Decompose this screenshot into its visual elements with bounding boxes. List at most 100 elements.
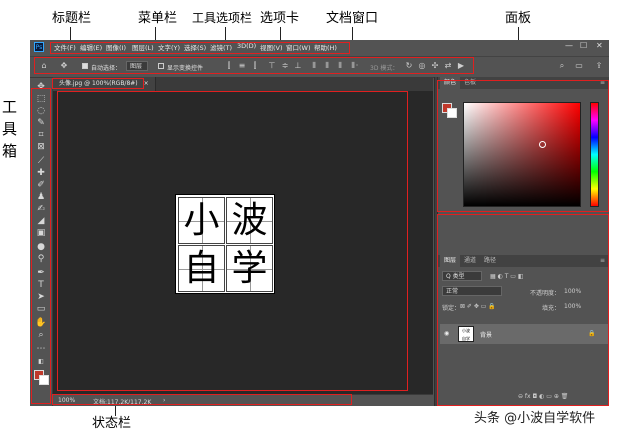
edit-toolbar-icon[interactable]: ⋯ bbox=[35, 344, 47, 355]
marquee-tool-icon[interactable]: ⬚ bbox=[35, 94, 47, 105]
eyedropper-tool-icon[interactable]: ⟋ bbox=[35, 156, 47, 167]
zoom-tool-icon[interactable]: ⌕ bbox=[35, 330, 47, 341]
align-left-icon[interactable]: ⫿ bbox=[225, 62, 233, 70]
background-color-swatch[interactable] bbox=[39, 375, 49, 385]
menu-select[interactable]: 选择(S) bbox=[184, 42, 206, 52]
tab-layers[interactable]: 图层 bbox=[440, 255, 461, 267]
layer-name[interactable]: 背景 bbox=[480, 330, 492, 339]
lock-label: 锁定： bbox=[442, 305, 461, 312]
photoshop-window: Ps 文件(F) 编辑(E) 图像(I) 图层(L) 文字(Y) 选择(S) 滤… bbox=[30, 40, 609, 406]
panel-menu-icon[interactable]: ≡ bbox=[596, 77, 609, 89]
move-tool-icon[interactable]: ✥ bbox=[35, 82, 47, 93]
document-image[interactable]: 小 波 自 学 bbox=[175, 194, 275, 294]
filter-icons[interactable]: ▦ ◐ T ▭ ◧ bbox=[490, 273, 524, 280]
hue-slider[interactable] bbox=[590, 102, 599, 207]
hand-tool-icon[interactable]: ✋ bbox=[35, 318, 47, 329]
menu-edit[interactable]: 编辑(E) bbox=[80, 42, 102, 52]
tab-swatches[interactable]: 色板 bbox=[460, 77, 480, 89]
menu-3d[interactable]: 3D(D) bbox=[237, 42, 256, 50]
menu-layer[interactable]: 图层(L) bbox=[132, 42, 154, 52]
status-arrow-icon[interactable]: › bbox=[163, 397, 165, 404]
quick-select-tool-icon[interactable]: ✎ bbox=[35, 118, 47, 129]
opacity-value[interactable]: 100% bbox=[564, 288, 581, 295]
document-tab[interactable]: 头像.jpg @ 100%(RGB/8#) × bbox=[53, 77, 156, 91]
zoom-level[interactable]: 100% bbox=[58, 397, 75, 404]
history-brush-tool-icon[interactable]: ✍ bbox=[35, 204, 47, 215]
title-bar-annotation: 标题栏 bbox=[52, 11, 92, 26]
crop-tool-icon[interactable]: ⌗ bbox=[35, 130, 47, 141]
3d-roll-icon[interactable]: ◎ bbox=[418, 62, 426, 70]
layer-kind-filter[interactable]: Q 类型 bbox=[442, 271, 482, 281]
toolbox-annotation-1: 工 bbox=[2, 98, 18, 116]
visibility-eye-icon[interactable]: ◉ bbox=[444, 330, 449, 337]
align-center-icon[interactable]: ≡ bbox=[238, 62, 246, 70]
shape-tool-icon[interactable]: ▭ bbox=[35, 304, 47, 315]
default-colors-icon[interactable]: ◧ bbox=[35, 356, 47, 367]
more-options-icon[interactable]: · bbox=[353, 62, 361, 70]
opacity-label: 不透明度： bbox=[530, 290, 561, 297]
lock-icons[interactable]: ⊠ ✐ ✥ ▭ 🔒 bbox=[460, 303, 496, 310]
layer-row-background[interactable]: ◉ 小波 自学 背景 🔒 bbox=[440, 324, 608, 344]
3d-scale-icon[interactable]: ▶ bbox=[457, 62, 465, 70]
move-tool-icon[interactable]: ✥ bbox=[60, 62, 68, 70]
show-transform-label: 显示变换控件 bbox=[167, 65, 204, 72]
menu-view[interactable]: 视图(V) bbox=[260, 42, 283, 52]
distribute-1-icon[interactable]: ⫴ bbox=[310, 62, 318, 70]
3d-slide-icon[interactable]: ⇄ bbox=[444, 62, 452, 70]
auto-select-dropdown[interactable]: 图层 bbox=[126, 61, 148, 71]
align-top-icon[interactable]: ⊤ bbox=[268, 62, 276, 70]
gradient-tool-icon[interactable]: ▣ bbox=[35, 228, 47, 239]
frame-tool-icon[interactable]: ⊠ bbox=[35, 142, 47, 153]
color-picker-field[interactable] bbox=[463, 102, 581, 207]
menu-help[interactable]: 帮助(H) bbox=[314, 42, 337, 52]
tab-paths[interactable]: 路径 bbox=[480, 255, 500, 267]
blur-tool-icon[interactable]: ● bbox=[35, 242, 47, 253]
pen-tool-icon[interactable]: ✒ bbox=[35, 268, 47, 279]
stamp-tool-icon[interactable]: ♟ bbox=[35, 192, 47, 203]
blend-mode-dropdown[interactable]: 正常 bbox=[442, 286, 502, 296]
path-select-tool-icon[interactable]: ➤ bbox=[35, 292, 47, 303]
share-icon[interactable]: ⇪ bbox=[595, 62, 603, 70]
healing-tool-icon[interactable]: ✚ bbox=[35, 168, 47, 179]
workspace-icon[interactable]: ▭ bbox=[575, 62, 583, 70]
distribute-2-icon[interactable]: ⫴ bbox=[323, 62, 331, 70]
distribute-3-icon[interactable]: ⫴ bbox=[336, 62, 344, 70]
align-bottom-icon[interactable]: ⊥ bbox=[294, 62, 302, 70]
minimize-button[interactable]: — bbox=[565, 41, 573, 50]
close-button[interactable]: ✕ bbox=[596, 41, 603, 50]
auto-select-checkbox[interactable] bbox=[82, 63, 88, 69]
align-right-icon[interactable]: ⫿ bbox=[251, 62, 259, 70]
tab-annotation: 选项卡 bbox=[260, 11, 300, 26]
color-panel-background-swatch[interactable] bbox=[447, 108, 457, 118]
maximize-button[interactable]: ☐ bbox=[580, 41, 587, 50]
color-picker-cursor[interactable] bbox=[539, 141, 546, 148]
home-icon[interactable]: ⌂ bbox=[40, 62, 48, 70]
menu-window[interactable]: 窗口(W) bbox=[286, 42, 311, 52]
eraser-tool-icon[interactable]: ◢ bbox=[35, 216, 47, 227]
menu-file[interactable]: 文件(F) bbox=[54, 42, 76, 52]
show-transform-checkbox[interactable] bbox=[158, 63, 164, 69]
align-middle-icon[interactable]: ≑ bbox=[281, 62, 289, 70]
lasso-tool-icon[interactable]: ◌ bbox=[35, 106, 47, 117]
char-cell-3: 自 bbox=[178, 245, 225, 292]
tab-color[interactable]: 颜色 bbox=[440, 77, 461, 89]
tab-channels[interactable]: 通道 bbox=[460, 255, 480, 267]
search-icon[interactable]: ⌕ bbox=[558, 62, 566, 70]
toolbox-annotation-2: 具 bbox=[2, 120, 18, 138]
document-window[interactable]: 小 波 自 学 bbox=[53, 91, 433, 394]
layers-bottom-icons[interactable]: ⊖ fx ◘ ◐ ▭ ⊕ 🗑 bbox=[518, 393, 568, 400]
layers-panel-menu-icon[interactable]: ≡ bbox=[596, 255, 609, 267]
doc-window-annotation: 文档窗口 bbox=[326, 11, 379, 26]
layers-panel-tabs: 图层 通道 路径 ≡ bbox=[438, 255, 609, 267]
menu-type[interactable]: 文字(Y) bbox=[158, 42, 180, 52]
type-tool-icon[interactable]: T bbox=[35, 280, 47, 291]
3d-drag-icon[interactable]: ✣ bbox=[431, 62, 439, 70]
layer-lock-icon[interactable]: 🔒 bbox=[588, 330, 595, 337]
brush-tool-icon[interactable]: ✐ bbox=[35, 180, 47, 191]
menu-filter[interactable]: 滤镜(T) bbox=[210, 42, 232, 52]
3d-rotate-icon[interactable]: ↻ bbox=[405, 62, 413, 70]
menu-image[interactable]: 图像(I) bbox=[106, 42, 126, 52]
dodge-tool-icon[interactable]: ⚲ bbox=[35, 254, 47, 265]
fill-value[interactable]: 100% bbox=[564, 303, 581, 310]
tab-close-icon[interactable]: × bbox=[144, 80, 149, 87]
